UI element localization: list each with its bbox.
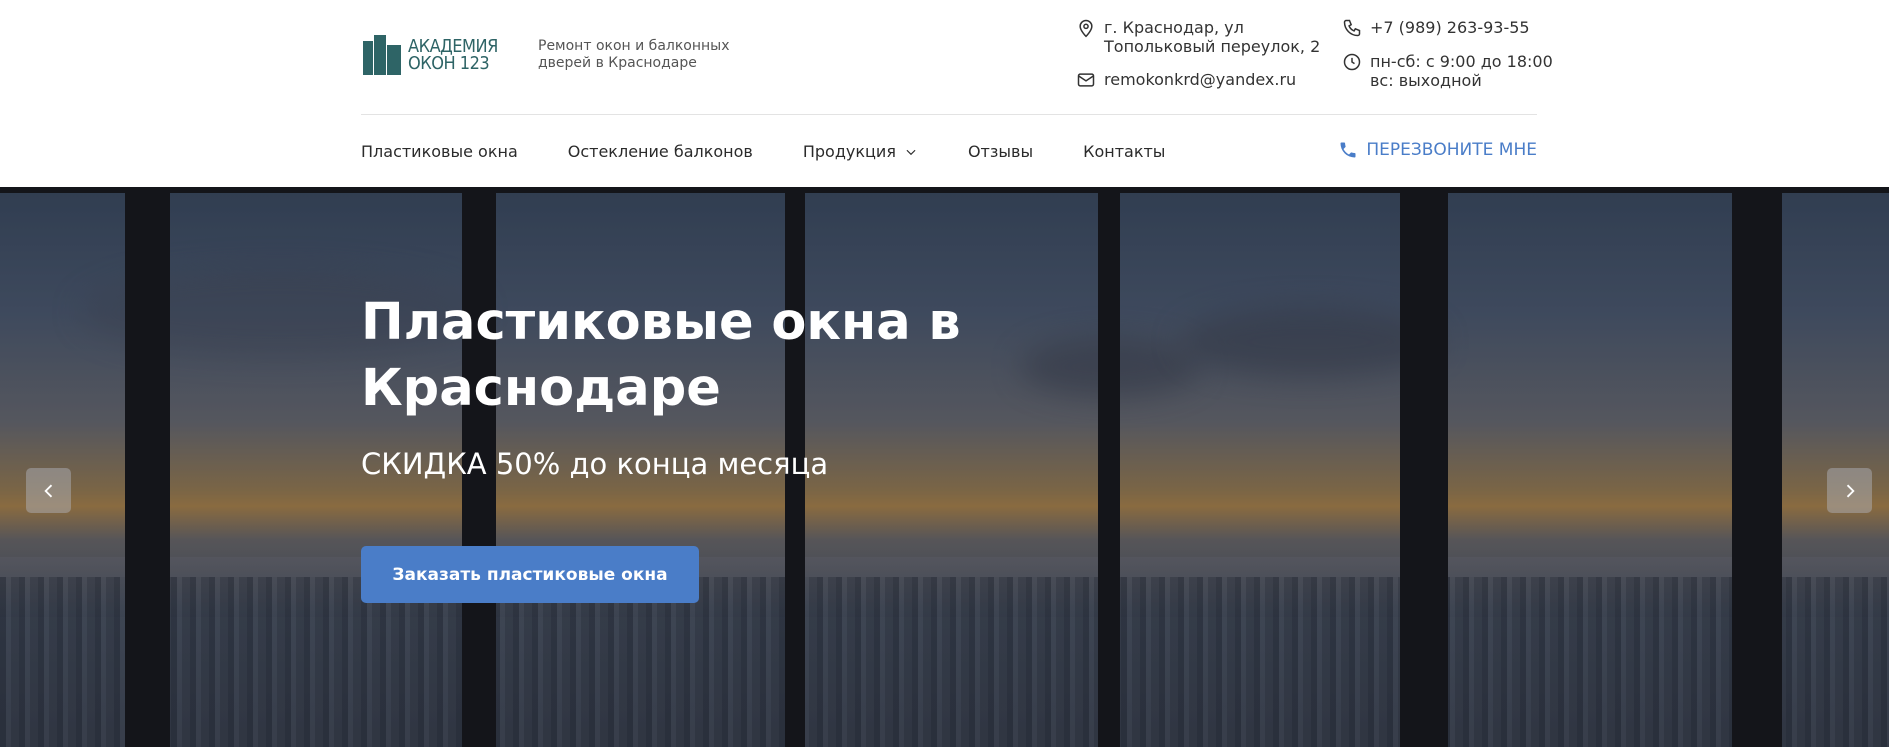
hero-slider: Пластиковые окна в Краснодаре СКИДКА 50%… [0,187,1889,747]
phone-icon [1343,19,1361,37]
address-line1: г. Краснодар, ул [1104,18,1244,37]
email[interactable]: remokonkrd@yandex.ru [1076,70,1296,90]
clock-icon [1343,53,1361,71]
address-line2: Топольковый переулок, 2 [1104,37,1321,56]
hero-title-line2: Краснодаре [361,359,721,418]
nav-label: Пластиковые окна [361,142,518,161]
header-divider [361,114,1537,115]
main-nav: Пластиковые окна Остекление балконов Про… [361,142,1165,161]
mail-icon [1077,73,1095,87]
nav-label: Продукция [802,142,896,161]
logo-text: АКАДЕМИЯ ОКОН 123 [408,38,498,74]
phone[interactable]: +7 (989) 263-93-55 [1342,18,1530,38]
hero-overlay [0,187,1889,747]
chevron-right-icon [1846,484,1855,497]
nav-item-reviews[interactable]: Отзывы [968,142,1033,161]
callback-label: ПЕРЕЗВОНИТЕ МНЕ [1366,140,1537,160]
address: г. Краснодар, ул Топольковый переулок, 2 [1076,18,1320,56]
nav-label: Отзывы [967,142,1034,161]
chevron-down-icon [906,149,916,155]
slider-next-button[interactable] [1827,468,1872,513]
nav-item-balcony-glazing[interactable]: Остекление балконов [568,142,753,161]
tagline: Ремонт окон и балконных дверей в Краснод… [538,38,730,71]
logo-line2: ОКОН 123 [408,53,490,74]
hours-sunday: вс: выходной [1370,71,1482,90]
email-link[interactable]: remokonkrd@yandex.ru [1104,70,1296,89]
hero-title: Пластиковые окна в Краснодаре [361,290,1061,422]
nav-item-contacts[interactable]: Контакты [1083,142,1165,161]
logo-building-icon [361,35,403,75]
chevron-left-icon [43,484,52,497]
nav-item-plastic-windows[interactable]: Пластиковые окна [361,142,518,161]
slider-prev-button[interactable] [26,468,71,513]
hero-subtitle: СКИДКА 50% до конца месяца [361,447,829,481]
phone-filled-icon [1340,142,1356,158]
nav-item-products[interactable]: Продукция [803,142,918,161]
working-hours: пн-сб: с 9:00 до 18:00 вс: выходной [1342,52,1553,90]
order-windows-button[interactable]: Заказать пластиковые окна [361,546,699,603]
phone-number[interactable]: +7 (989) 263-93-55 [1370,18,1530,37]
nav-label: Контакты [1083,142,1166,161]
logo[interactable]: АКАДЕМИЯ ОКОН 123 [361,35,498,75]
callback-button[interactable]: ПЕРЕЗВОНИТЕ МНЕ [1338,140,1537,160]
hero-title-line1: Пластиковые окна в [361,293,961,352]
site-header: АКАДЕМИЯ ОКОН 123 Ремонт окон и балконны… [0,0,1889,187]
hours-weekdays: пн-сб: с 9:00 до 18:00 [1370,52,1553,71]
location-icon [1079,19,1093,38]
nav-label: Остекление балконов [567,142,753,161]
